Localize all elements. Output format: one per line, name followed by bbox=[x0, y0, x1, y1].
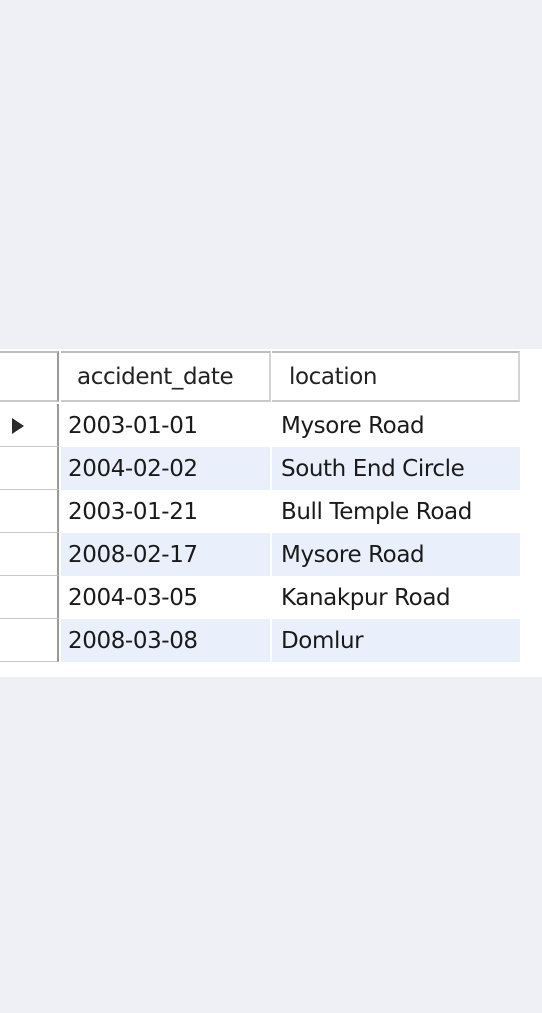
cell-accident-date[interactable]: 2003-01-21 bbox=[61, 490, 271, 533]
table-row[interactable]: 2004-03-05 Kanakpur Road bbox=[0, 576, 520, 619]
row-indicator[interactable] bbox=[0, 404, 59, 447]
cell-accident-date[interactable]: 2004-03-05 bbox=[61, 576, 271, 619]
cell-location[interactable]: South End Circle bbox=[272, 447, 520, 490]
row-indicator[interactable] bbox=[0, 533, 59, 576]
header-row-indicator bbox=[0, 351, 59, 402]
grid-header-row: accident_date location bbox=[0, 351, 520, 402]
column-header-location[interactable]: location bbox=[272, 351, 520, 402]
cell-location[interactable]: Mysore Road bbox=[272, 533, 520, 576]
table-row[interactable]: 2008-02-17 Mysore Road bbox=[0, 533, 520, 576]
row-indicator[interactable] bbox=[0, 576, 59, 619]
column-header-accident-date[interactable]: accident_date bbox=[61, 351, 271, 402]
row-indicator[interactable] bbox=[0, 447, 59, 490]
table-row[interactable]: 2004-02-02 South End Circle bbox=[0, 447, 520, 490]
row-indicator[interactable] bbox=[0, 619, 59, 662]
result-grid: accident_date location 2003-01-01 Mysore… bbox=[0, 349, 542, 677]
row-indicator[interactable] bbox=[0, 490, 59, 533]
cell-accident-date[interactable]: 2003-01-01 bbox=[61, 404, 271, 447]
cell-location[interactable]: Domlur bbox=[272, 619, 520, 662]
table-row[interactable]: 2003-01-21 Bull Temple Road bbox=[0, 490, 520, 533]
cell-accident-date[interactable]: 2008-03-08 bbox=[61, 619, 271, 662]
row-pointer-icon bbox=[12, 418, 24, 434]
cell-location[interactable]: Mysore Road bbox=[272, 404, 520, 447]
cell-location[interactable]: Bull Temple Road bbox=[272, 490, 520, 533]
table-row[interactable]: 2003-01-01 Mysore Road bbox=[0, 404, 520, 447]
cell-location[interactable]: Kanakpur Road bbox=[272, 576, 520, 619]
table-row[interactable]: 2008-03-08 Domlur bbox=[0, 619, 520, 662]
cell-accident-date[interactable]: 2004-02-02 bbox=[61, 447, 271, 490]
cell-accident-date[interactable]: 2008-02-17 bbox=[61, 533, 271, 576]
